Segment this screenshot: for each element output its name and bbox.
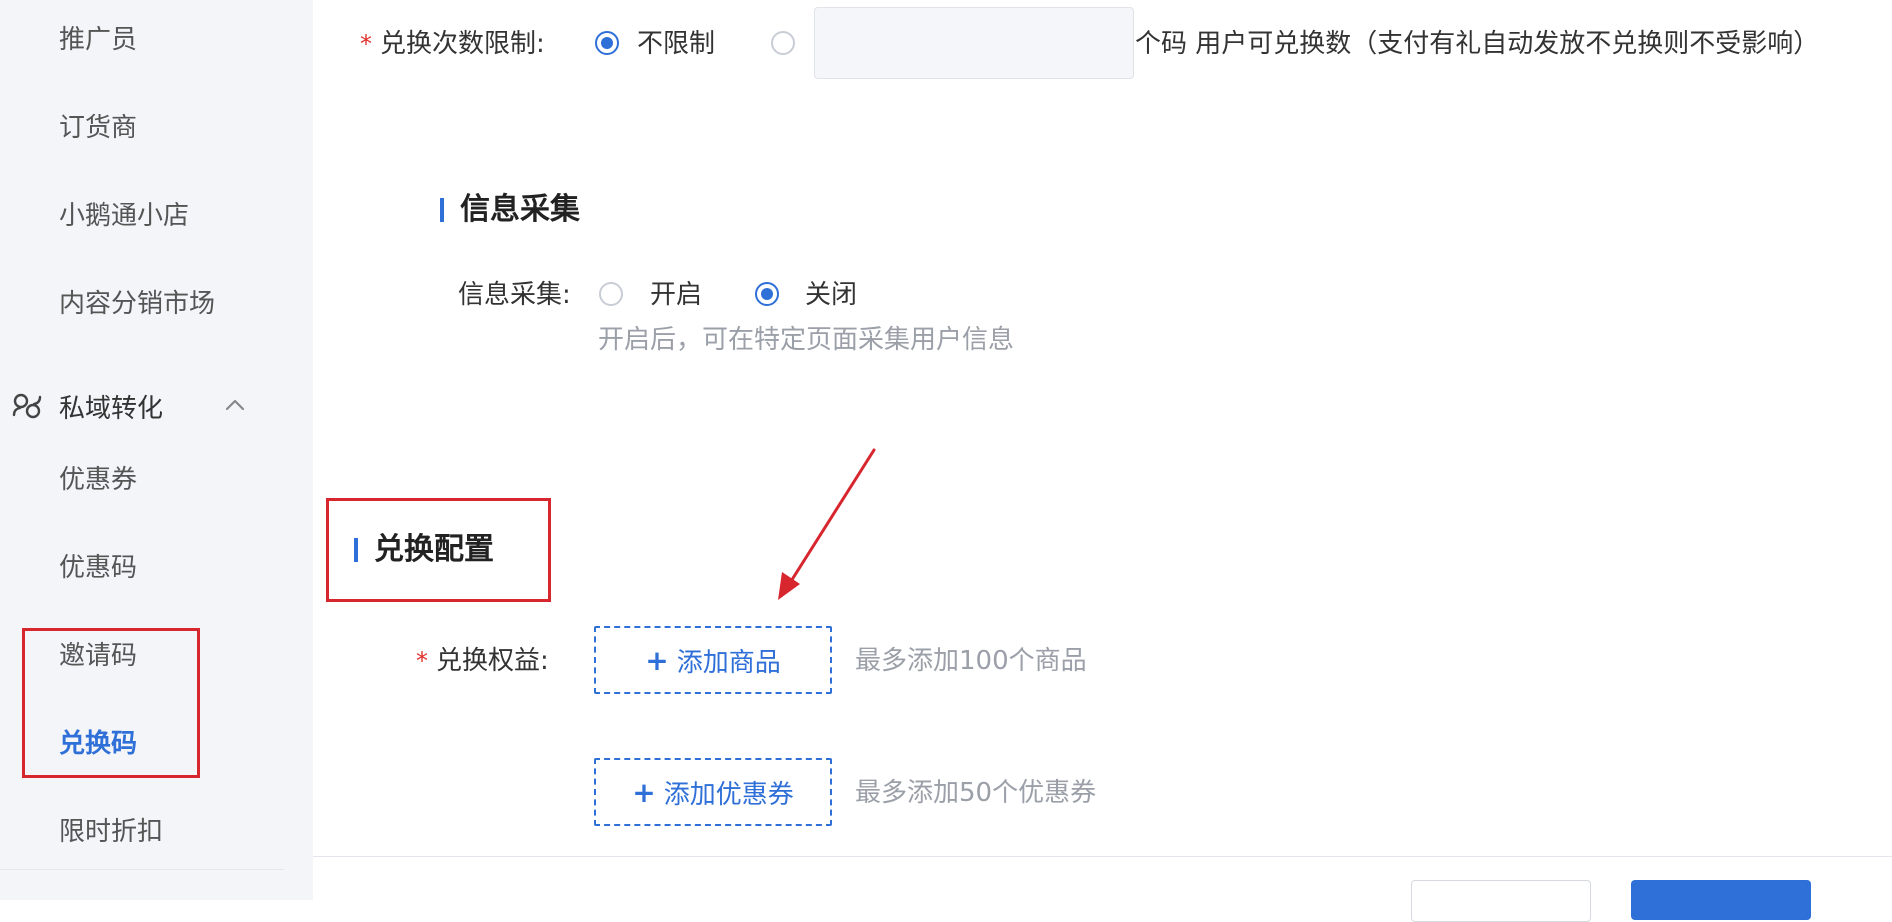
plus-icon: + [645, 643, 669, 677]
sidebar-divider [0, 869, 284, 870]
radio-unlimited-label: 不限制 [637, 29, 716, 59]
section-title-info-collect: 信息采集 [440, 192, 580, 228]
exchange-count-input[interactable] [814, 7, 1134, 79]
annotation-box-section [326, 498, 551, 602]
required-mark: * [360, 30, 372, 58]
sidebar-item-promoter[interactable]: 推广员 [59, 22, 137, 58]
sidebar-item-shop[interactable]: 小鹅通小店 [59, 198, 189, 234]
sidebar-item-limited-discount[interactable]: 限时折扣 [59, 814, 163, 850]
chevron-up-icon[interactable] [220, 390, 250, 420]
save-button[interactable] [1631, 880, 1811, 920]
add-coupon-hint: 最多添加50个优惠券 [855, 778, 1097, 808]
exchange-benefit-label-wrap: * 兑换权益: [416, 641, 549, 684]
exchange-limit-label-wrap: * 兑换次数限制: [360, 24, 545, 67]
info-collect-hint: 开启后，可在特定页面采集用户信息 [598, 325, 1015, 355]
sidebar-group-private-domain[interactable]: 私域转化 [10, 386, 250, 426]
add-coupon-button[interactable]: + 添加优惠券 [594, 758, 832, 826]
exchange-limit-suffix: 个码 用户可兑换数（支付有礼自动发放不兑换则不受影响） [1135, 29, 1820, 59]
private-domain-icon [12, 393, 42, 419]
plus-icon: + [632, 775, 656, 809]
sidebar-item-content-market[interactable]: 内容分销市场 [59, 286, 215, 322]
exchange-benefit-label: 兑换权益: [436, 646, 549, 676]
annotation-arrow-icon [778, 448, 876, 600]
radio-info-on-label: 开启 [650, 280, 703, 310]
required-mark-benefit: * [416, 647, 428, 675]
add-product-button[interactable]: + 添加商品 [594, 626, 832, 694]
cancel-button[interactable] [1411, 880, 1591, 922]
radio-unlimited[interactable] [595, 31, 619, 55]
add-coupon-label: 添加优惠券 [663, 779, 794, 810]
radio-info-on[interactable] [599, 282, 623, 306]
sidebar-group-label: 私域转化 [59, 393, 164, 424]
add-product-label: 添加商品 [676, 647, 781, 678]
sidebar-item-distributor[interactable]: 订货商 [59, 110, 137, 146]
sidebar-item-discount-code[interactable]: 优惠码 [59, 550, 137, 586]
radio-info-off[interactable] [755, 282, 779, 306]
radio-limited[interactable] [771, 31, 795, 55]
add-product-hint: 最多添加100个商品 [855, 646, 1087, 676]
info-collect-label: 信息采集: [458, 280, 571, 310]
exchange-limit-label: 兑换次数限制: [380, 29, 545, 59]
sidebar-item-coupon[interactable]: 优惠券 [59, 462, 137, 498]
annotation-box-sidebar [22, 628, 200, 778]
radio-info-off-label: 关闭 [805, 280, 858, 310]
